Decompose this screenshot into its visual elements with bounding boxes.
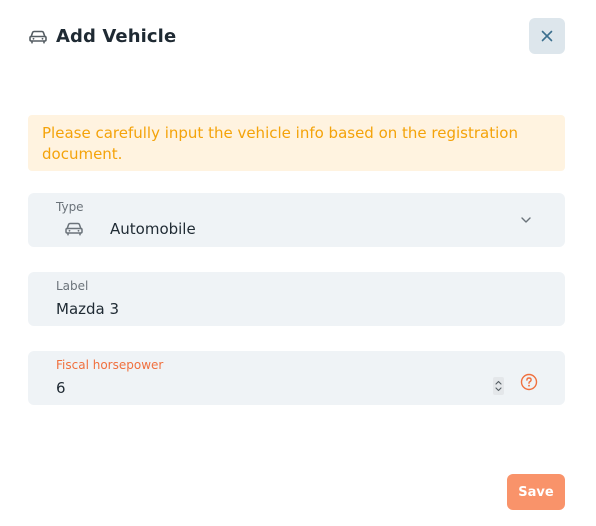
label-field[interactable]: Label Mazda 3	[28, 272, 565, 326]
fiscal-horsepower-field[interactable]: Fiscal horsepower 6	[28, 351, 565, 405]
dialog-header: Add Vehicle	[28, 18, 565, 54]
warning-alert-text: Please carefully input the vehicle info …	[42, 124, 518, 163]
dialog-title: Add Vehicle	[56, 25, 177, 47]
type-label: Type	[56, 200, 84, 214]
car-icon	[28, 26, 48, 46]
fiscal-horsepower-value[interactable]: 6	[56, 379, 66, 397]
type-select[interactable]: Type Automobile	[28, 193, 565, 247]
chevron-down-icon[interactable]	[519, 213, 533, 227]
close-icon	[541, 30, 553, 42]
type-value: Automobile	[110, 220, 196, 238]
car-icon	[64, 220, 84, 236]
label-field-label: Label	[56, 279, 89, 293]
label-field-value[interactable]: Mazda 3	[56, 300, 119, 318]
add-vehicle-dialog: Add Vehicle Please carefully input the v…	[0, 0, 596, 526]
save-button[interactable]: Save	[507, 474, 565, 510]
help-circle-icon[interactable]	[520, 373, 538, 391]
close-button[interactable]	[529, 18, 565, 54]
fiscal-horsepower-label: Fiscal horsepower	[56, 358, 164, 372]
warning-alert: Please carefully input the vehicle info …	[28, 115, 565, 171]
number-stepper[interactable]	[493, 377, 504, 395]
